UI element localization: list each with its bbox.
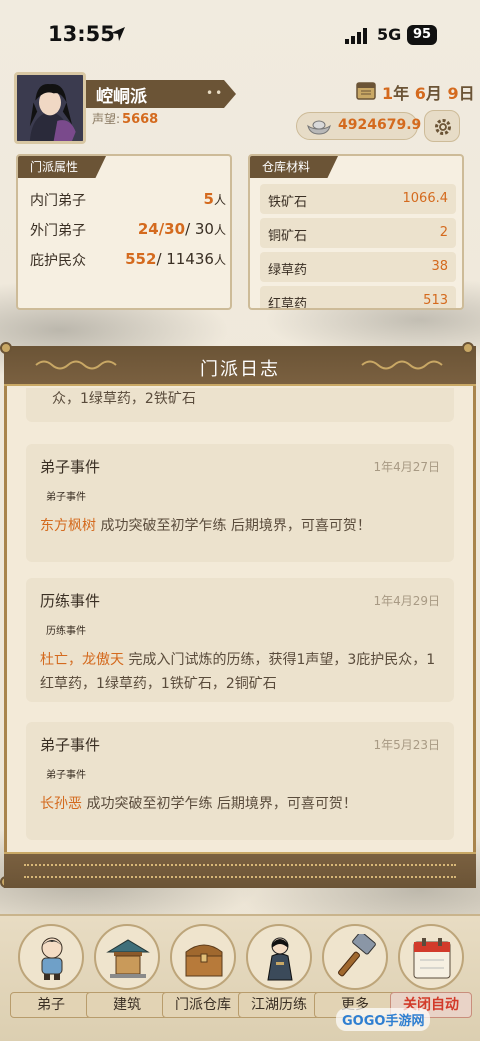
log-card: 弟子事件 1年4月27日 弟子事件 东方枫树 成功突破至初学乍练 后期境界，可喜… xyxy=(26,444,454,562)
log-card-partial: 众，1绿草药，2铁矿石 xyxy=(26,388,454,422)
frame-corner-stud xyxy=(0,342,12,354)
log-card-tag: 历练事件 xyxy=(46,626,86,637)
sect-name: 崆峒派 xyxy=(96,87,147,107)
calendar-icon xyxy=(413,938,451,979)
log-card: 历练事件 1年4月29日 历练事件 杜亡，龙傲天 完成入门试炼的历练，获得1声望… xyxy=(26,578,454,702)
cellular-signal-icon xyxy=(345,28,367,44)
nav-jianghu-label: 江湖历练 xyxy=(238,992,320,1018)
material-row-red-herb: 红草药 513 xyxy=(260,286,456,308)
game-date: 1年 6月 9日 xyxy=(382,84,475,103)
log-card-date: 1年5月23日 xyxy=(373,738,440,752)
prestige-value: 5668 xyxy=(122,112,159,127)
status-time: 13:55 xyxy=(48,22,115,46)
battery-indicator: 95 xyxy=(407,25,437,45)
attr-row-protected-people: 庇护民众 552/ 11436人 xyxy=(30,250,226,269)
log-card: 弟子事件 1年5月23日 弟子事件 长孙恶 成功突破至初学乍练 后期境界，可喜可… xyxy=(26,722,454,840)
log-card-text: 东方枫树 成功突破至初学乍练 后期境界，可喜可贺！ xyxy=(40,518,371,534)
footer-ornament-band xyxy=(24,864,456,878)
nav-buildings-label: 建筑 xyxy=(86,992,168,1018)
material-row-copper-ore: 铜矿石 2 xyxy=(260,218,456,248)
silver-amount: 4924679.9 xyxy=(338,117,422,133)
frame-corner-stud xyxy=(462,342,474,354)
prestige-label: 声望: xyxy=(92,112,121,126)
hammer-icon xyxy=(338,934,376,977)
log-card-date: 1年4月27日 xyxy=(373,460,440,474)
prestige-row: 声望: 5668 xyxy=(92,110,158,127)
log-card-kind: 弟子事件 xyxy=(40,736,101,754)
chest-icon xyxy=(185,944,223,977)
status-bar: 13:55 5G 95 xyxy=(0,0,480,72)
nav-disciples[interactable]: 弟子 xyxy=(10,924,92,1024)
attr-row-inner-disciples: 内门弟子 5人 xyxy=(30,190,226,209)
sect-log-footer xyxy=(4,852,476,888)
sect-attributes-panel: 门派属性 内门弟子 5人 外门弟子 24/30/ 30人 庇护民众 552/ 1… xyxy=(16,154,232,310)
watermark: GOGO手游网 xyxy=(336,1008,431,1031)
log-card-text: 长孙恶 成功突破至初学乍练 后期境界，可喜可贺！ xyxy=(40,796,357,812)
log-card-partial-text: 众，1绿草药，2铁矿石 xyxy=(52,391,196,407)
disciple-icon xyxy=(41,937,63,980)
log-card-tag: 弟子事件 xyxy=(46,770,86,781)
nav-buildings[interactable]: 建筑 xyxy=(86,924,168,1024)
log-card-text: 杜亡，龙傲天 完成入门试炼的历练，获得1声望，3庇护民众，1红草药，1绿草药，1… xyxy=(40,652,436,692)
nav-warehouse[interactable]: 门派仓库 xyxy=(162,924,244,1024)
portrait-icon xyxy=(17,75,83,141)
nav-warehouse-label: 门派仓库 xyxy=(162,992,244,1018)
log-card-tag: 弟子事件 xyxy=(46,492,86,503)
rename-dots-icon[interactable]: •• xyxy=(206,86,224,100)
building-icon xyxy=(106,939,150,978)
nav-jianghu[interactable]: 江湖历练 xyxy=(238,924,320,1024)
warehouse-panel[interactable]: 仓库材料 铁矿石 1066.4 铜矿石 2 绿草药 38 红草药 513 xyxy=(248,154,464,310)
swordsman-icon xyxy=(267,937,293,981)
sect-log-title: 门派日志 xyxy=(200,359,280,380)
sect-attributes-title: 门派属性 xyxy=(18,156,107,178)
gear-icon xyxy=(435,119,451,135)
log-card-kind: 弟子事件 xyxy=(40,458,101,476)
warehouse-title: 仓库材料 xyxy=(250,156,339,178)
settings-button[interactable] xyxy=(424,110,460,142)
log-card-date: 1年4月29日 xyxy=(373,594,440,608)
log-card-kind: 历练事件 xyxy=(40,592,101,610)
nav-disciples-label: 弟子 xyxy=(10,992,92,1018)
material-row-iron-ore: 铁矿石 1066.4 xyxy=(260,184,456,214)
attr-row-outer-disciples: 外门弟子 24/30/ 30人 xyxy=(30,220,226,239)
sect-leader-avatar[interactable] xyxy=(14,72,86,144)
material-row-green-herb: 绿草药 38 xyxy=(260,252,456,282)
calendar-icon xyxy=(356,82,376,100)
location-arrow-icon xyxy=(111,27,125,41)
sect-log-list[interactable]: 众，1绿草药，2铁矿石 弟子事件 1年4月27日 弟子事件 东方枫树 成功突破至… xyxy=(14,388,466,850)
silver-ingot-icon xyxy=(307,120,331,135)
network-type: 5G xyxy=(377,25,402,44)
